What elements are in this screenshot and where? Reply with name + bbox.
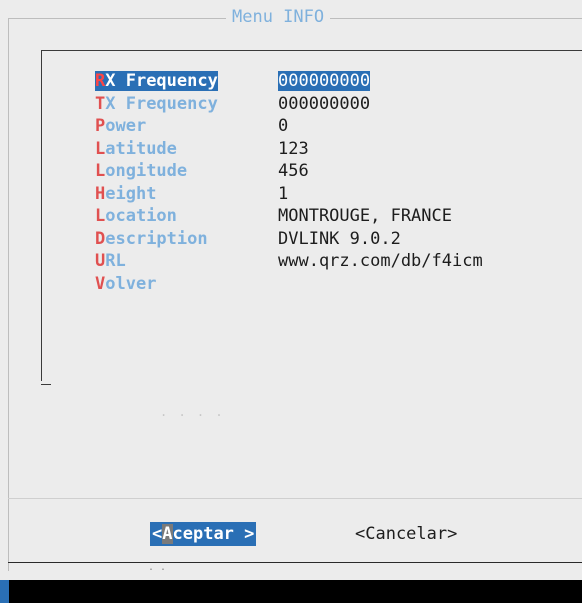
menu-item-rest: olver (105, 273, 157, 294)
menu-item-rest: ongitude (105, 161, 188, 181)
menu-item-rest: X Frequency (105, 93, 218, 114)
menu-item-hotkey: D (95, 228, 106, 249)
menu-item-rest: eight (105, 183, 157, 204)
menu-item-hotkey: L (95, 161, 106, 181)
menu-item-label: Height (95, 183, 278, 206)
menu-item-label-text: TX Frequency (95, 94, 218, 114)
menu-item[interactable]: Longitude 456 (95, 160, 483, 183)
menu-item-label-text: Location (95, 206, 177, 226)
accept-button[interactable]: <Aceptar > (150, 522, 257, 546)
menu-item-label-text: Latitude (95, 139, 177, 159)
status-bar (0, 580, 582, 603)
menu-item-hotkey: R (95, 71, 106, 91)
menu-item-label: Longitude (95, 160, 278, 183)
menu-item-label-text: URL (95, 251, 126, 271)
menu-item-label: Description (95, 228, 278, 251)
menu-item-value: 1 (278, 183, 288, 206)
menu-item-hotkey: H (95, 183, 106, 204)
accept-button-open: < (152, 524, 163, 544)
menu-item-label-text: Longitude (95, 161, 187, 181)
menu-item-label: Location (95, 205, 278, 228)
menu-item[interactable]: Height 1 (95, 183, 483, 206)
menu-item-hotkey: V (95, 273, 106, 294)
decorative-dots: . . . . (160, 405, 225, 419)
menu-item-value: 0 (278, 115, 288, 138)
menu-item-rest: escription (105, 228, 208, 249)
menu-item-value-text: 456 (278, 161, 309, 181)
menu-item-value-text: 123 (278, 138, 309, 159)
menu-item[interactable]: Latitude 123 (95, 138, 483, 161)
menu-item[interactable]: Location MONTROUGE, FRANCE (95, 205, 483, 228)
menu-item-hotkey: L (95, 206, 106, 226)
menu-item-value: 456 (278, 160, 309, 183)
bottom-dots: . . (148, 562, 167, 573)
menu-item-label-text: Power (95, 116, 146, 136)
menu-item-value: 123 (278, 138, 309, 161)
terminal-screen: Menu INFO RX Frequency 000000000 TX Freque… (0, 0, 582, 603)
menu-item-label: Volver (95, 273, 278, 296)
menu-item-label-text: Volver (95, 274, 156, 294)
menu-item[interactable]: Volver (95, 273, 483, 296)
menu-item-label: URL (95, 250, 278, 273)
menu-item-label: Latitude (95, 138, 278, 161)
menu-item-value-text: www.qrz.com/db/f4icm (278, 251, 483, 271)
menu-item-label: TX Frequency (95, 93, 278, 116)
dialog-title: Menu INFO (226, 5, 331, 29)
accept-button-hotkey: A (162, 524, 173, 544)
menu-item-value-text: 000000000 (278, 71, 371, 91)
menu-item-value-text: 000000000 (278, 93, 371, 114)
menu-list: RX Frequency 000000000 TX Frequency 0000000… (95, 70, 483, 295)
menu-item[interactable]: Description DVLINK 9.0.2 (95, 228, 483, 251)
menu-item-label-text: RX Frequency (95, 71, 218, 91)
menu-item-value-text: MONTROUGE, FRANCE (278, 206, 452, 226)
menu-item-hotkey: P (95, 116, 106, 136)
accept-button-close: > (233, 524, 255, 544)
cursor-block (0, 580, 9, 603)
menu-item[interactable]: URL www.qrz.com/db/f4icm (95, 250, 483, 273)
dialog-bottom-edge (8, 562, 582, 563)
menu-item-value: DVLINK 9.0.2 (278, 228, 401, 251)
menu-item-rest: X Frequency (105, 71, 218, 91)
menu-item[interactable]: TX Frequency 000000000 (95, 93, 483, 116)
menu-item-value-text: 0 (278, 116, 289, 136)
menu-item-label: RX Frequency (95, 70, 278, 93)
menu-item-label-text: Description (95, 229, 208, 249)
menu-item[interactable]: Power 0 (95, 115, 483, 138)
menu-item[interactable]: RX Frequency 000000000 (95, 70, 483, 93)
menu-item-value: 000000000 (278, 70, 371, 93)
menu-item-value-text: 1 (278, 183, 289, 204)
menu-item-rest: atitude (105, 138, 177, 159)
menu-item-rest: RL (105, 251, 126, 271)
cancel-button[interactable]: <Cancelar> (355, 522, 457, 546)
menu-item-hotkey: U (95, 251, 106, 271)
menu-item-value-text: DVLINK 9.0.2 (278, 228, 401, 249)
accept-button-label: ceptar (172, 524, 234, 544)
menu-item-label: Power (95, 115, 278, 138)
menu-item-hotkey: T (95, 93, 106, 114)
menu-item-value: MONTROUGE, FRANCE (278, 205, 452, 228)
divider (8, 498, 582, 499)
menu-item-label-text: Height (95, 184, 156, 204)
menu-item-rest: ocation (105, 206, 177, 226)
menu-item-value: 000000000 (278, 93, 370, 116)
menu-item-hotkey: L (95, 138, 106, 159)
menu-item-rest: ower (105, 116, 147, 136)
menu-item-value: www.qrz.com/db/f4icm (278, 250, 483, 273)
